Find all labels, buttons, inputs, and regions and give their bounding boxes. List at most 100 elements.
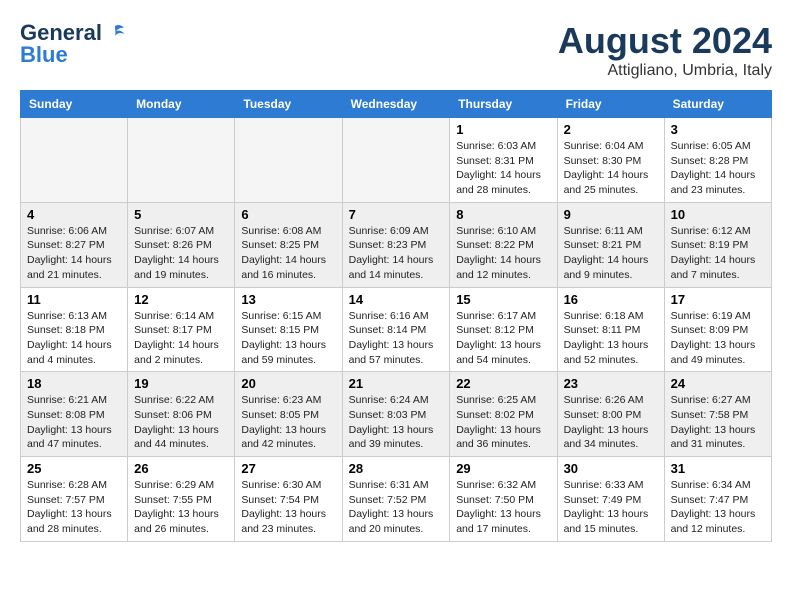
calendar-cell: 2 Sunrise: 6:04 AM Sunset: 8:30 PM Daylig… [557, 118, 664, 203]
day-info: Sunrise: 6:27 AM Sunset: 7:58 PM Dayligh… [671, 393, 765, 452]
logo-bird-icon [104, 22, 126, 44]
day-info: Sunrise: 6:23 AM Sunset: 8:05 PM Dayligh… [241, 393, 335, 452]
calendar-cell [342, 118, 450, 203]
calendar-cell: 24 Sunrise: 6:27 AM Sunset: 7:58 PM Dayli… [664, 372, 771, 457]
day-number: 2 [564, 122, 658, 137]
day-number: 16 [564, 292, 658, 307]
day-info: Sunrise: 6:12 AM Sunset: 8:19 PM Dayligh… [671, 224, 765, 283]
day-number: 8 [456, 207, 550, 222]
calendar-cell: 12 Sunrise: 6:14 AM Sunset: 8:17 PM Dayli… [128, 287, 235, 372]
day-number: 20 [241, 376, 335, 391]
calendar-cell: 1 Sunrise: 6:03 AM Sunset: 8:31 PM Daylig… [450, 118, 557, 203]
day-number: 9 [564, 207, 658, 222]
calendar-cell: 10Sunrise: 6:12 AM Sunset: 8:19 PM Dayli… [664, 202, 771, 287]
calendar-cell: 7 Sunrise: 6:09 AM Sunset: 8:23 PM Daylig… [342, 202, 450, 287]
day-number: 6 [241, 207, 335, 222]
calendar-cell: 6 Sunrise: 6:08 AM Sunset: 8:25 PM Daylig… [235, 202, 342, 287]
calendar-table: SundayMondayTuesdayWednesdayThursdayFrid… [20, 90, 772, 542]
day-info: Sunrise: 6:30 AM Sunset: 7:54 PM Dayligh… [241, 478, 335, 537]
day-number: 27 [241, 461, 335, 476]
day-info: Sunrise: 6:14 AM Sunset: 8:17 PM Dayligh… [134, 309, 228, 368]
calendar-cell: 3 Sunrise: 6:05 AM Sunset: 8:28 PM Daylig… [664, 118, 771, 203]
day-info: Sunrise: 6:32 AM Sunset: 7:50 PM Dayligh… [456, 478, 550, 537]
calendar-cell: 26 Sunrise: 6:29 AM Sunset: 7:55 PM Dayli… [128, 457, 235, 542]
day-info: Sunrise: 6:07 AM Sunset: 8:26 PM Dayligh… [134, 224, 228, 283]
day-info: Sunrise: 6:34 AM Sunset: 7:47 PM Dayligh… [671, 478, 765, 537]
day-number: 26 [134, 461, 228, 476]
day-info: Sunrise: 6:04 AM Sunset: 8:30 PM Dayligh… [564, 139, 658, 198]
day-number: 19 [134, 376, 228, 391]
day-number: 21 [349, 376, 444, 391]
calendar-cell: 14 Sunrise: 6:16 AM Sunset: 8:14 PM Dayli… [342, 287, 450, 372]
day-info: Sunrise: 6:24 AM Sunset: 8:03 PM Dayligh… [349, 393, 444, 452]
day-info: Sunrise: 6:31 AM Sunset: 7:52 PM Dayligh… [349, 478, 444, 537]
day-header-wednesday: Wednesday [342, 91, 450, 118]
day-number: 30 [564, 461, 658, 476]
calendar-cell: 28Sunrise: 6:31 AM Sunset: 7:52 PM Dayli… [342, 457, 450, 542]
day-number: 22 [456, 376, 550, 391]
calendar-cell: 13Sunrise: 6:15 AM Sunset: 8:15 PM Dayli… [235, 287, 342, 372]
calendar-week-row: 4 Sunrise: 6:06 AM Sunset: 8:27 PM Daylig… [21, 202, 772, 287]
day-number: 23 [564, 376, 658, 391]
day-info: Sunrise: 6:15 AM Sunset: 8:15 PM Dayligh… [241, 309, 335, 368]
day-number: 29 [456, 461, 550, 476]
day-number: 14 [349, 292, 444, 307]
title-block: August 2024 Attigliano, Umbria, Italy [558, 20, 772, 80]
calendar-cell: 21 Sunrise: 6:24 AM Sunset: 8:03 PM Dayli… [342, 372, 450, 457]
day-info: Sunrise: 6:08 AM Sunset: 8:25 PM Dayligh… [241, 224, 335, 283]
day-info: Sunrise: 6:16 AM Sunset: 8:14 PM Dayligh… [349, 309, 444, 368]
day-number: 24 [671, 376, 765, 391]
location-title: Attigliano, Umbria, Italy [558, 62, 772, 80]
calendar-cell: 4 Sunrise: 6:06 AM Sunset: 8:27 PM Daylig… [21, 202, 128, 287]
calendar-cell: 30 Sunrise: 6:33 AM Sunset: 7:49 PM Dayli… [557, 457, 664, 542]
calendar-cell [128, 118, 235, 203]
day-info: Sunrise: 6:25 AM Sunset: 8:02 PM Dayligh… [456, 393, 550, 452]
day-info: Sunrise: 6:17 AM Sunset: 8:12 PM Dayligh… [456, 309, 550, 368]
day-number: 5 [134, 207, 228, 222]
day-number: 15 [456, 292, 550, 307]
calendar-cell: 11Sunrise: 6:13 AM Sunset: 8:18 PM Dayli… [21, 287, 128, 372]
calendar-cell: 25Sunrise: 6:28 AM Sunset: 7:57 PM Dayli… [21, 457, 128, 542]
day-info: Sunrise: 6:09 AM Sunset: 8:23 PM Dayligh… [349, 224, 444, 283]
calendar-cell: 17Sunrise: 6:19 AM Sunset: 8:09 PM Dayli… [664, 287, 771, 372]
logo: General Blue [20, 20, 126, 68]
calendar-cell [21, 118, 128, 203]
day-number: 7 [349, 207, 444, 222]
calendar-cell: 31 Sunrise: 6:34 AM Sunset: 7:47 PM Dayli… [664, 457, 771, 542]
day-header-sunday: Sunday [21, 91, 128, 118]
calendar-cell: 20 Sunrise: 6:23 AM Sunset: 8:05 PM Dayli… [235, 372, 342, 457]
day-info: Sunrise: 6:29 AM Sunset: 7:55 PM Dayligh… [134, 478, 228, 537]
logo-blue: Blue [20, 42, 68, 68]
calendar-cell: 29 Sunrise: 6:32 AM Sunset: 7:50 PM Dayli… [450, 457, 557, 542]
day-number: 31 [671, 461, 765, 476]
day-header-monday: Monday [128, 91, 235, 118]
day-number: 1 [456, 122, 550, 137]
calendar-week-row: 1 Sunrise: 6:03 AM Sunset: 8:31 PM Daylig… [21, 118, 772, 203]
month-title: August 2024 [558, 20, 772, 62]
day-number: 25 [27, 461, 121, 476]
day-number: 18 [27, 376, 121, 391]
day-info: Sunrise: 6:33 AM Sunset: 7:49 PM Dayligh… [564, 478, 658, 537]
day-header-thursday: Thursday [450, 91, 557, 118]
calendar-week-row: 25Sunrise: 6:28 AM Sunset: 7:57 PM Dayli… [21, 457, 772, 542]
day-info: Sunrise: 6:06 AM Sunset: 8:27 PM Dayligh… [27, 224, 121, 283]
calendar-cell: 23 Sunrise: 6:26 AM Sunset: 8:00 PM Dayli… [557, 372, 664, 457]
day-number: 12 [134, 292, 228, 307]
day-number: 3 [671, 122, 765, 137]
day-number: 4 [27, 207, 121, 222]
calendar-cell: 16Sunrise: 6:18 AM Sunset: 8:11 PM Dayli… [557, 287, 664, 372]
day-info: Sunrise: 6:22 AM Sunset: 8:06 PM Dayligh… [134, 393, 228, 452]
calendar-cell: 18 Sunrise: 6:21 AM Sunset: 8:08 PM Dayli… [21, 372, 128, 457]
calendar-cell: 9 Sunrise: 6:11 AM Sunset: 8:21 PM Daylig… [557, 202, 664, 287]
calendar-cell: 8 Sunrise: 6:10 AM Sunset: 8:22 PM Daylig… [450, 202, 557, 287]
day-info: Sunrise: 6:03 AM Sunset: 8:31 PM Dayligh… [456, 139, 550, 198]
day-info: Sunrise: 6:05 AM Sunset: 8:28 PM Dayligh… [671, 139, 765, 198]
calendar-cell [235, 118, 342, 203]
calendar-cell: 27 Sunrise: 6:30 AM Sunset: 7:54 PM Dayli… [235, 457, 342, 542]
day-info: Sunrise: 6:10 AM Sunset: 8:22 PM Dayligh… [456, 224, 550, 283]
calendar-week-row: 18 Sunrise: 6:21 AM Sunset: 8:08 PM Dayli… [21, 372, 772, 457]
day-info: Sunrise: 6:21 AM Sunset: 8:08 PM Dayligh… [27, 393, 121, 452]
day-info: Sunrise: 6:11 AM Sunset: 8:21 PM Dayligh… [564, 224, 658, 283]
day-info: Sunrise: 6:19 AM Sunset: 8:09 PM Dayligh… [671, 309, 765, 368]
day-info: Sunrise: 6:26 AM Sunset: 8:00 PM Dayligh… [564, 393, 658, 452]
